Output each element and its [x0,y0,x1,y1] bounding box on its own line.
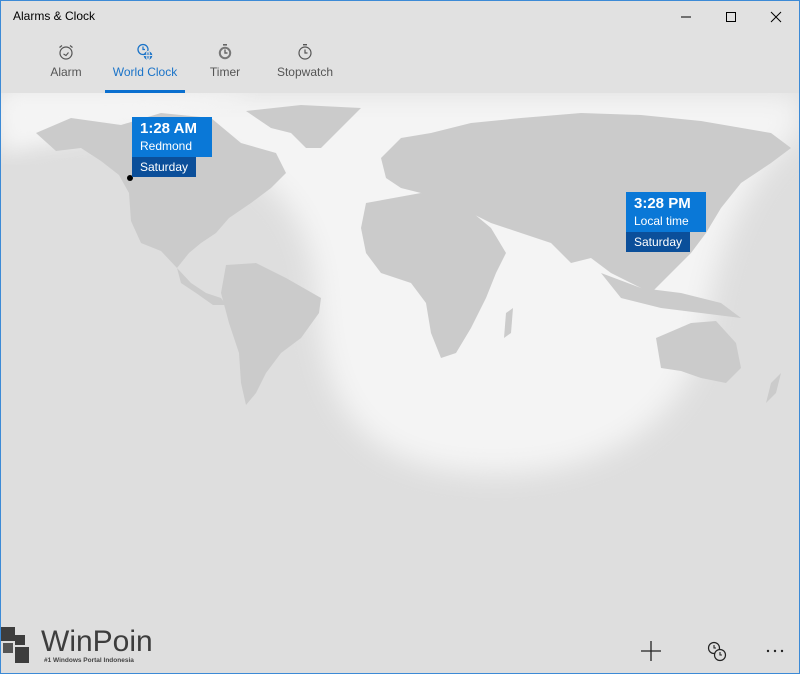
world-map[interactable]: 1:28 AM Redmond Saturday 3:28 PM Local t… [1,93,799,673]
clock-time: 3:28 PM [634,195,691,212]
tab-timer[interactable]: Timer [205,33,245,93]
more-icon [766,649,784,653]
clock-callout-main: 3:28 PM Local time [626,192,706,232]
alarm-clock-icon [59,45,73,60]
app-window: Alarms & Clock Alarm World Clock Timer S… [0,0,800,674]
clock-day: Saturday [132,157,197,177]
tab-timer-label: Timer [209,65,241,79]
close-button[interactable] [753,1,799,33]
compare-clocks-button[interactable] [699,633,735,669]
minimize-icon [681,16,691,18]
timer-icon [218,44,232,60]
tab-world-clock-label: World Clock [112,65,178,79]
title-bar[interactable]: Alarms & Clock [1,1,799,33]
clock-callout-local[interactable]: 3:28 PM Local time Saturday [626,192,706,252]
bottom-command-bar [1,625,799,673]
clock-place: Local time [634,214,689,228]
more-options-button[interactable] [757,633,793,669]
tab-alarm-label: Alarm [50,65,82,79]
add-icon [641,641,661,661]
maximize-button[interactable] [708,1,754,33]
tab-stopwatch-label: Stopwatch [276,65,334,79]
clock-day: Saturday [626,232,691,252]
clock-place: Redmond [140,139,193,153]
compare-clocks-icon [707,641,727,662]
close-icon [770,11,782,23]
tab-world-clock[interactable]: World Clock [105,33,185,93]
maximize-icon [726,12,736,22]
clock-callout-redmond[interactable]: 1:28 AM Redmond Saturday [132,117,212,177]
clock-time: 1:28 AM [140,120,197,137]
stopwatch-icon [298,44,312,60]
tab-stopwatch[interactable]: Stopwatch [273,33,337,93]
world-map-graphic [1,93,799,474]
south-america [221,263,321,405]
minimize-button[interactable] [663,1,709,33]
central-america [177,268,226,305]
tab-bar: Alarm World Clock Timer Stopwatch [1,33,799,93]
clock-callout-main: 1:28 AM Redmond [132,117,212,157]
new-zealand [766,373,781,403]
app-title: Alarms & Clock [13,9,96,23]
tab-alarm[interactable]: Alarm [46,33,86,93]
add-clock-button[interactable] [633,633,669,669]
world-clock-icon [137,43,153,61]
